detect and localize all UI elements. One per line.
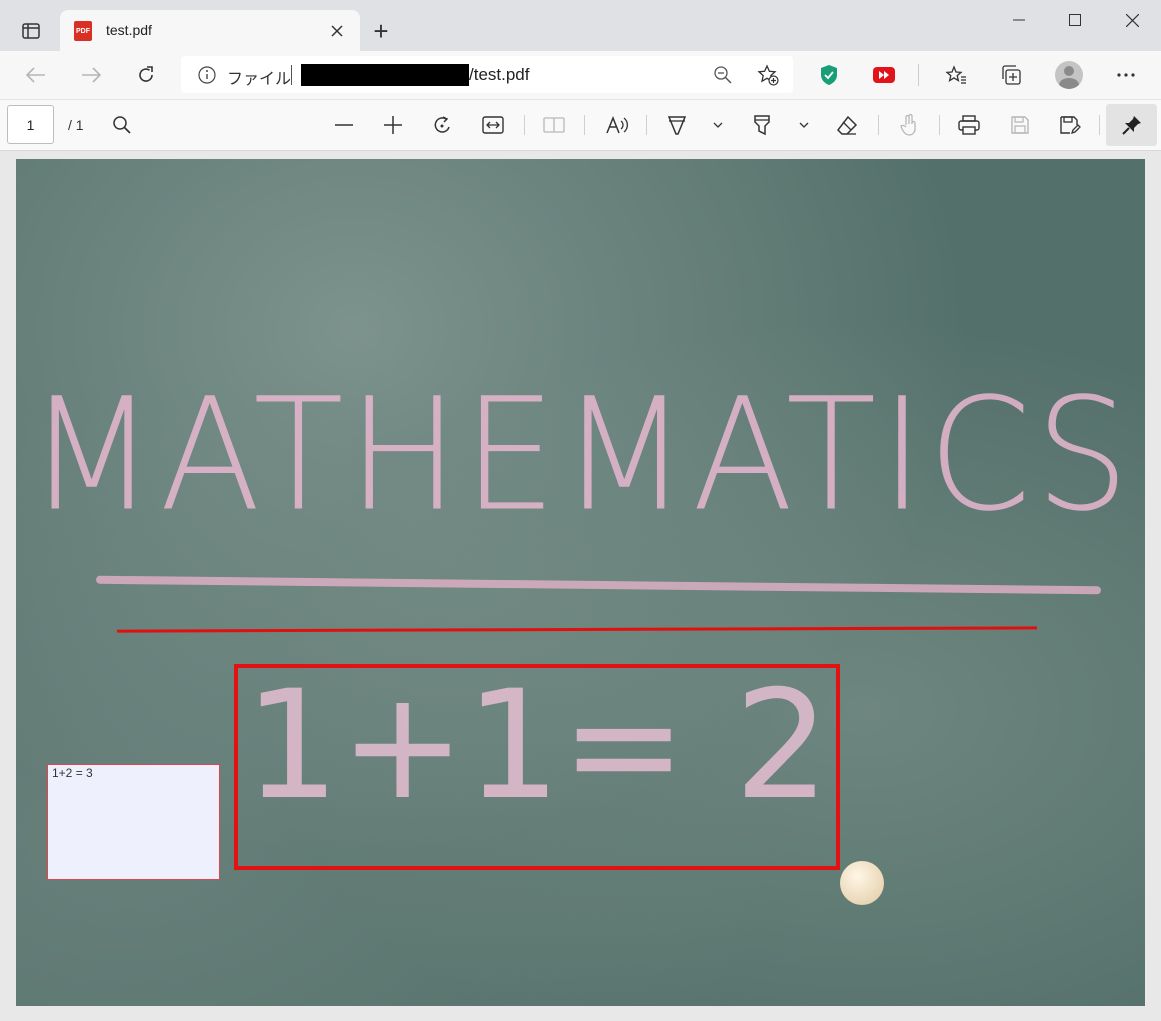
highlight-icon[interactable] (749, 113, 775, 137)
tab-close-icon[interactable] (326, 20, 348, 42)
zoom-out-icon[interactable] (711, 64, 735, 86)
redacted-path (301, 64, 469, 86)
maximize-button[interactable] (1062, 8, 1088, 32)
page-number-value: 1 (26, 116, 35, 133)
forward-button[interactable] (77, 62, 105, 88)
add-favorite-icon[interactable] (755, 63, 781, 87)
minimize-button[interactable] (1006, 8, 1032, 32)
eraser-icon[interactable] (834, 113, 860, 137)
pin-icon (1121, 116, 1141, 135)
zoom-out-button[interactable] (331, 113, 357, 137)
video-extension-icon[interactable] (871, 62, 897, 88)
close-window-button[interactable] (1119, 8, 1145, 32)
pdf-icon-label: PDF (76, 27, 90, 35)
toolbar-separator (524, 115, 525, 135)
avatar-body (1059, 78, 1079, 89)
address-divider (291, 65, 292, 85)
refresh-button[interactable] (132, 62, 160, 88)
chalkboard-heading: MATHEMATICS (27, 364, 1134, 546)
toolbar-divider (918, 64, 919, 86)
chevron-down-icon[interactable] (795, 116, 813, 134)
toolbar-separator (646, 115, 647, 135)
red-line-annotation[interactable] (116, 626, 1038, 633)
page-view-icon[interactable] (541, 113, 567, 137)
shield-extension-icon[interactable] (816, 62, 842, 88)
collections-icon[interactable] (997, 62, 1025, 88)
page-number-input[interactable]: 1 (7, 105, 54, 144)
rotate-icon[interactable] (430, 113, 456, 137)
profile-avatar[interactable] (1055, 61, 1083, 89)
chevron-down-icon[interactable] (709, 116, 727, 134)
address-bar[interactable]: ファイル /test.pdf (181, 56, 793, 93)
pin-toolbar-button[interactable] (1106, 104, 1157, 146)
more-options-icon[interactable] (1112, 62, 1140, 88)
save-as-icon[interactable] (1057, 113, 1083, 137)
tab-actions-icon[interactable] (18, 18, 44, 44)
new-tab-icon: + (373, 15, 389, 46)
avatar-head (1064, 66, 1074, 76)
favorites-icon[interactable] (942, 62, 970, 88)
info-icon[interactable] (197, 65, 217, 85)
back-button[interactable] (22, 62, 50, 88)
read-aloud-icon[interactable] (603, 113, 631, 137)
toolbar-separator (939, 115, 940, 135)
page-total: / 1 (68, 117, 84, 133)
text-note-annotation[interactable]: 1+2 = 3 (47, 764, 220, 880)
tab-active[interactable]: PDF test.pdf (60, 10, 360, 51)
red-rectangle-annotation[interactable] (234, 664, 840, 870)
pdf-toolbar (0, 99, 1161, 151)
draw-icon[interactable] (664, 113, 690, 137)
chalk-underline (95, 575, 1102, 595)
zoom-in-button[interactable] (380, 113, 406, 137)
toolbar-separator (878, 115, 879, 135)
pdf-icon: PDF (74, 21, 92, 41)
toolbar-separator (584, 115, 585, 135)
new-tab-button[interactable]: + (368, 15, 394, 46)
scheme-label: ファイル (227, 71, 292, 88)
fit-width-icon[interactable] (480, 113, 506, 137)
tab-title: test.pdf (106, 22, 152, 38)
toolbar-separator (1099, 115, 1100, 135)
touch-mode-icon[interactable] (896, 113, 922, 137)
save-icon[interactable] (1007, 113, 1033, 137)
search-icon[interactable] (110, 113, 134, 137)
chalk-piece (840, 861, 884, 905)
pdf-page: MATHEMATICS 1+1= 2 1+2 = 3 (16, 159, 1145, 1006)
print-icon[interactable] (956, 113, 982, 137)
note-text: 1+2 = 3 (52, 766, 93, 780)
url-path: /test.pdf (469, 65, 530, 84)
